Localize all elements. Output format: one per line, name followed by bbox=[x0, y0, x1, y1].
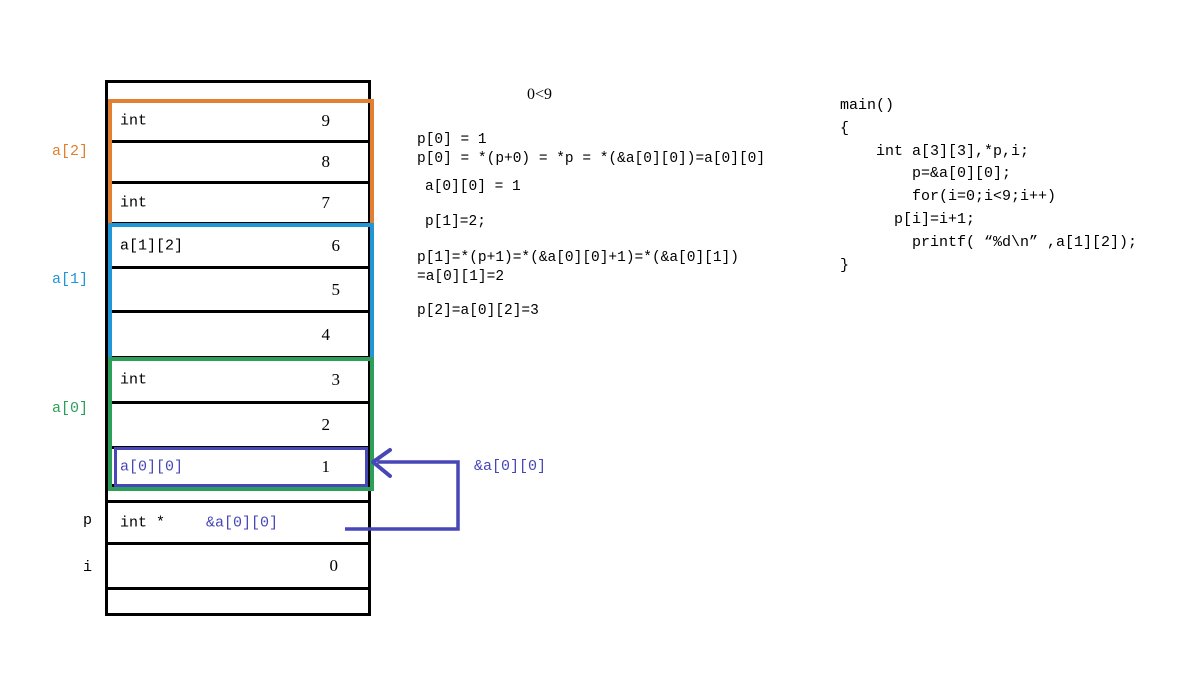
cell-type-label: int * bbox=[120, 514, 166, 531]
table-row: int 7 bbox=[108, 184, 368, 225]
group-label-a1: a[1] bbox=[52, 271, 89, 288]
table-row-i: 0 bbox=[108, 545, 368, 590]
cell-value: 6 bbox=[331, 235, 341, 255]
table-row: 2 bbox=[108, 404, 368, 449]
code-line: int a[3][3],*p,i; bbox=[840, 142, 1030, 160]
note-line: p[2]=a[0][2]=3 bbox=[417, 303, 539, 319]
derivation-notes: p[0] = 1 p[0] = *(p+0) = *p = *(&a[0][0]… bbox=[417, 133, 847, 319]
row-label-p: p bbox=[82, 512, 92, 529]
cell-value: 0 bbox=[329, 556, 339, 575]
note-line: a[0][0] = 1 bbox=[425, 179, 521, 195]
cell-value: 3 bbox=[331, 370, 341, 389]
note-line: p[1]=2; bbox=[425, 213, 486, 230]
table-row bbox=[108, 590, 368, 616]
diagram-canvas: int 9 8 int 7 a[1][2] 6 5 4 int 3 2 a[0]… bbox=[0, 0, 1179, 690]
cell-value: 4 bbox=[321, 324, 331, 344]
cell-type-label: int bbox=[120, 371, 148, 389]
code-line: for(i=0;i<9;i++) bbox=[840, 188, 1057, 206]
table-row: 4 bbox=[108, 313, 368, 359]
table-row: 5 bbox=[108, 269, 368, 313]
note-line: p[0] = 1 bbox=[417, 132, 487, 148]
cell-value: 7 bbox=[321, 193, 331, 212]
code-line: p[i]=i+1; bbox=[840, 210, 976, 228]
note-line: p[1]=*(p+1)=*(&a[0][0]+1)=*(&a[0][1]) bbox=[417, 250, 739, 266]
loop-condition-label: 0<9 bbox=[527, 86, 553, 103]
table-row: a[0][0] 1 bbox=[108, 449, 368, 487]
table-row: a[1][2] 6 bbox=[108, 225, 368, 269]
table-row bbox=[108, 83, 368, 102]
cell-type-label: int bbox=[120, 194, 148, 212]
code-line: } bbox=[840, 256, 850, 274]
memory-layout-table: int 9 8 int 7 a[1][2] 6 5 4 int 3 2 a[0]… bbox=[105, 80, 374, 616]
cell-value: 5 bbox=[331, 279, 341, 299]
note-line: p[0] = *(p+0) = *p = *(&a[0][0])=a[0][0] bbox=[417, 150, 766, 167]
arrow-label: &a[0][0] bbox=[474, 458, 547, 475]
table-row: int 3 bbox=[108, 359, 368, 404]
table-row-p: int * &a[0][0] bbox=[108, 503, 368, 545]
table-row-gap bbox=[108, 487, 368, 503]
cell-type-label: int bbox=[120, 112, 148, 130]
table-row: 8 bbox=[108, 143, 368, 184]
cell-type-label: a[0][0] bbox=[120, 458, 184, 475]
table-row: int 9 bbox=[108, 102, 368, 143]
group-label-a0: a[0] bbox=[52, 400, 89, 417]
source-code-block: main() { int a[3][3],*p,i; p=&a[0][0]; f… bbox=[840, 95, 1170, 277]
pointer-target-value: &a[0][0] bbox=[206, 514, 279, 531]
code-line: p=&a[0][0]; bbox=[840, 165, 1012, 183]
cell-value: 8 bbox=[321, 152, 331, 171]
cell-value: 1 bbox=[321, 456, 331, 476]
cell-value: 9 bbox=[321, 111, 331, 130]
code-line: main() bbox=[840, 97, 895, 114]
note-line: =a[0][1]=2 bbox=[417, 268, 505, 285]
code-line: { bbox=[840, 119, 850, 137]
pointer-arrow bbox=[345, 448, 460, 531]
cell-type-label: a[1][2] bbox=[120, 237, 184, 254]
cell-value: 2 bbox=[321, 415, 331, 434]
code-line: printf( “%d\n” ,a[1][2]); bbox=[840, 233, 1138, 251]
group-label-a2: a[2] bbox=[52, 143, 89, 160]
row-label-i: i bbox=[82, 559, 92, 576]
